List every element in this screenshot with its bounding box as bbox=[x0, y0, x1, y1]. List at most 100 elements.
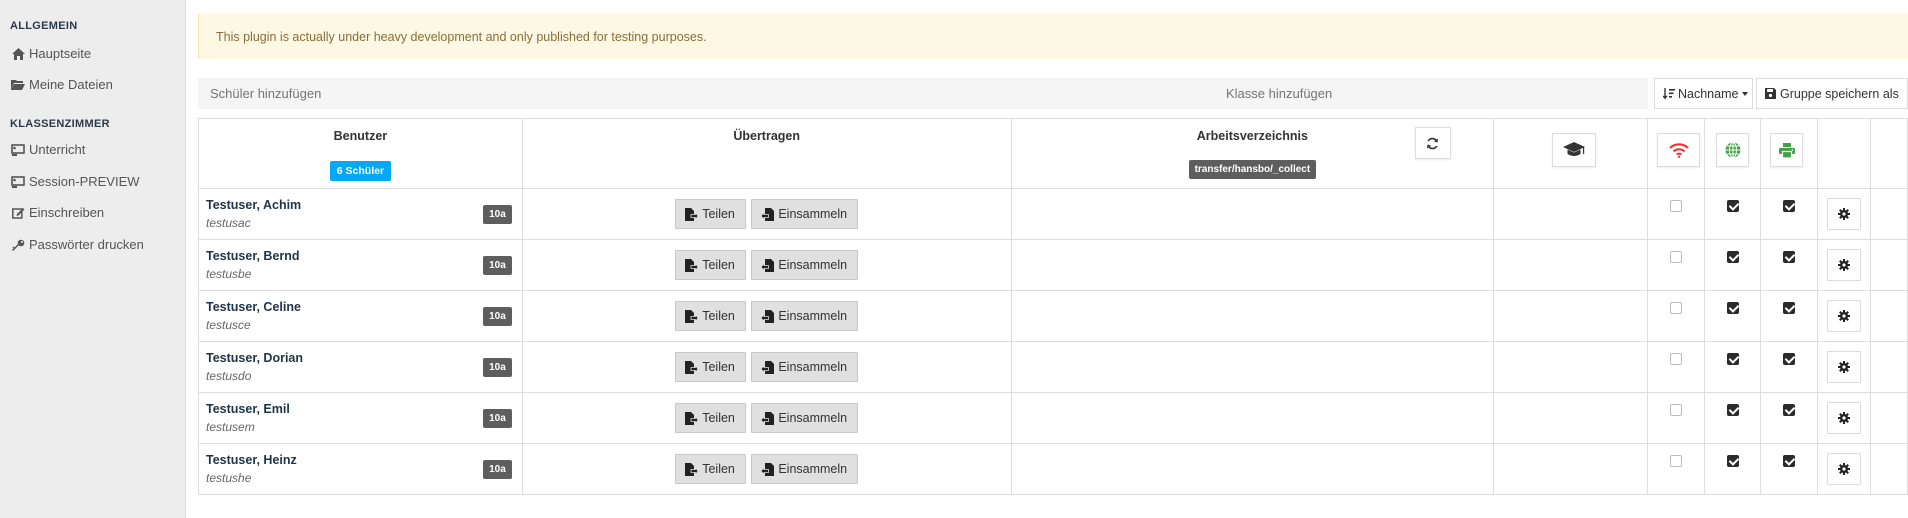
internet-checkbox[interactable] bbox=[1670, 251, 1683, 263]
share-button[interactable]: Teilen bbox=[675, 250, 746, 280]
header-extra bbox=[1869, 118, 1908, 189]
collect-label: Einsammeln bbox=[778, 411, 848, 425]
workdir-cell bbox=[1010, 341, 1495, 393]
share-label: Teilen bbox=[702, 462, 735, 476]
internet-checkbox[interactable] bbox=[1670, 455, 1683, 467]
students-table: Benutzer 6 Schüler Übertragen Arbeitsver… bbox=[198, 118, 1908, 495]
header-transfer: Übertragen bbox=[521, 118, 1012, 189]
user-cell: Testuser, Heinz testushe 10a bbox=[198, 443, 523, 495]
web-checkbox[interactable] bbox=[1726, 200, 1739, 212]
sidebar-item-label: Passwörter drucken bbox=[29, 237, 144, 252]
exam-cell bbox=[1493, 290, 1649, 342]
sidebar-item-hauptseite[interactable]: Hauptseite bbox=[0, 38, 91, 69]
user-name: Testuser, Emil bbox=[206, 402, 290, 416]
workdir-cell bbox=[1010, 443, 1495, 495]
web-checkbox[interactable] bbox=[1726, 404, 1739, 416]
student-search-input[interactable] bbox=[198, 78, 1216, 109]
main-content: This plugin is actually under heavy deve… bbox=[198, 0, 1908, 518]
user-name: Testuser, Achim bbox=[206, 198, 302, 212]
printer-toggle-button[interactable] bbox=[1770, 133, 1804, 167]
sidebar-item-unterricht[interactable]: Unterricht bbox=[0, 134, 85, 165]
class-badge: 10a bbox=[483, 409, 512, 428]
printer-checkbox[interactable] bbox=[1783, 302, 1796, 314]
web-checkbox[interactable] bbox=[1726, 353, 1739, 365]
home-icon bbox=[10, 47, 26, 61]
internet-cell bbox=[1647, 239, 1706, 291]
collect-button[interactable]: Einsammeln bbox=[751, 250, 859, 280]
user-settings-button[interactable] bbox=[1826, 402, 1861, 434]
web-toggle-button[interactable] bbox=[1716, 133, 1750, 167]
share-button[interactable]: Teilen bbox=[675, 199, 746, 229]
printer-checkbox[interactable] bbox=[1783, 251, 1796, 263]
extra-cell bbox=[1869, 239, 1908, 291]
user-name: Testuser, Bernd bbox=[206, 249, 300, 263]
sort-icon bbox=[1663, 87, 1675, 100]
web-checkbox[interactable] bbox=[1726, 302, 1739, 314]
share-button[interactable]: Teilen bbox=[675, 301, 746, 331]
internet-toggle-button[interactable] bbox=[1657, 133, 1701, 167]
sidebar-item-meine-dateien[interactable]: Meine Dateien bbox=[0, 69, 113, 100]
toolbar: Nachname Gruppe speichern als bbox=[198, 78, 1908, 109]
extra-cell bbox=[1869, 290, 1908, 342]
internet-checkbox[interactable] bbox=[1670, 404, 1683, 416]
save-group-button[interactable]: Gruppe speichern als bbox=[1756, 78, 1908, 109]
refresh-button[interactable] bbox=[1414, 127, 1451, 159]
internet-cell bbox=[1647, 341, 1706, 393]
user-cell: Testuser, Celine testusce 10a bbox=[198, 290, 523, 342]
web-checkbox[interactable] bbox=[1726, 251, 1739, 263]
web-checkbox[interactable] bbox=[1726, 455, 1739, 467]
printer-icon bbox=[1778, 142, 1795, 158]
class-search-input[interactable] bbox=[1216, 78, 1648, 109]
table-header-row: Benutzer 6 Schüler Übertragen Arbeitsver… bbox=[198, 118, 1908, 189]
user-name: Testuser, Heinz bbox=[206, 453, 297, 467]
collect-label: Einsammeln bbox=[778, 258, 848, 272]
sidebar-item-label: Hauptseite bbox=[29, 46, 92, 61]
sidebar-item-einschreiben[interactable]: Einschreiben bbox=[0, 197, 104, 228]
gear-icon bbox=[1837, 412, 1850, 424]
gear-icon bbox=[1837, 259, 1850, 271]
printer-checkbox[interactable] bbox=[1783, 404, 1796, 416]
user-settings-button[interactable] bbox=[1826, 300, 1861, 332]
collect-button[interactable]: Einsammeln bbox=[751, 403, 859, 433]
share-label: Teilen bbox=[702, 258, 735, 272]
internet-cell bbox=[1647, 188, 1706, 240]
share-file-icon bbox=[685, 360, 699, 374]
collect-button[interactable]: Einsammeln bbox=[751, 199, 859, 229]
share-button[interactable]: Teilen bbox=[675, 454, 746, 484]
header-workdir: Arbeitsverzeichnis transfer/hansbo/_coll… bbox=[1010, 118, 1495, 189]
printer-checkbox[interactable] bbox=[1783, 455, 1796, 467]
sidebar-item-session-preview[interactable]: Session-PREVIEW bbox=[0, 166, 140, 197]
header-exam bbox=[1493, 118, 1649, 189]
exam-cell bbox=[1493, 443, 1649, 495]
class-badge: 10a bbox=[483, 307, 512, 326]
printer-checkbox[interactable] bbox=[1783, 353, 1796, 365]
internet-cell bbox=[1647, 290, 1706, 342]
internet-checkbox[interactable] bbox=[1670, 200, 1683, 212]
settings-cell bbox=[1817, 392, 1871, 444]
class-badge: 10a bbox=[483, 205, 512, 224]
wifi-icon bbox=[1668, 142, 1689, 158]
printer-checkbox[interactable] bbox=[1783, 200, 1796, 212]
share-button[interactable]: Teilen bbox=[675, 403, 746, 433]
transfer-cell: Teilen Einsammeln bbox=[521, 188, 1012, 240]
user-cell: Testuser, Emil testusem 10a bbox=[198, 392, 523, 444]
internet-checkbox[interactable] bbox=[1670, 353, 1683, 365]
save-icon bbox=[1765, 88, 1776, 99]
sort-dropdown-button[interactable]: Nachname bbox=[1654, 78, 1753, 109]
internet-checkbox[interactable] bbox=[1670, 302, 1683, 314]
share-button[interactable]: Teilen bbox=[675, 352, 746, 382]
sidebar-item-passwoerter-drucken[interactable]: Passwörter drucken bbox=[0, 229, 144, 260]
share-file-icon bbox=[685, 462, 699, 476]
printer-cell bbox=[1760, 341, 1818, 393]
collect-button[interactable]: Einsammeln bbox=[751, 454, 859, 484]
collect-button[interactable]: Einsammeln bbox=[751, 352, 859, 382]
exam-mode-button[interactable] bbox=[1552, 133, 1597, 167]
user-settings-button[interactable] bbox=[1826, 198, 1861, 230]
header-user: Benutzer 6 Schüler bbox=[198, 118, 523, 189]
user-settings-button[interactable] bbox=[1826, 249, 1861, 281]
collect-button[interactable]: Einsammeln bbox=[751, 301, 859, 331]
user-settings-button[interactable] bbox=[1826, 453, 1861, 485]
collect-file-icon bbox=[761, 207, 775, 221]
user-settings-button[interactable] bbox=[1826, 351, 1861, 383]
settings-cell bbox=[1817, 290, 1871, 342]
